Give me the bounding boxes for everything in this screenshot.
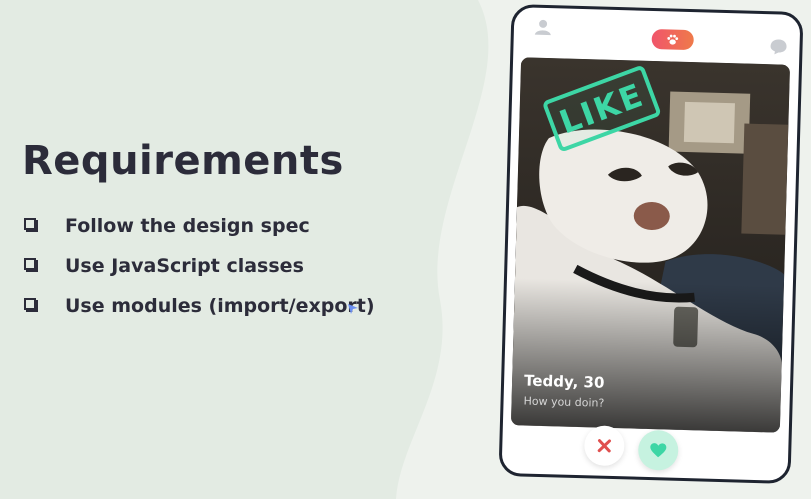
checkbox-icon [24, 218, 36, 230]
chat-bubble-icon[interactable] [769, 38, 787, 55]
requirement-text: Use modules (import/export) [65, 295, 375, 317]
requirement-text: Follow the design spec [65, 215, 310, 237]
paw-icon [667, 34, 679, 45]
slide-title: Requirements [22, 138, 344, 184]
requirement-text: Use JavaScript classes [65, 255, 304, 277]
heart-icon [650, 443, 667, 458]
profile-card[interactable]: LIKE Teddy, 30 How you doin? [510, 57, 791, 433]
profile-bio: How you doin? [523, 394, 605, 410]
requirement-item: Follow the design spec [24, 206, 375, 246]
requirement-item: Use JavaScript classes [24, 246, 375, 286]
checkbox-icon [24, 258, 36, 270]
checkbox-icon [24, 298, 36, 310]
close-icon [597, 439, 611, 453]
profile-name: Teddy, 30 [523, 371, 605, 392]
like-button[interactable] [637, 429, 679, 471]
requirement-item: Use modules (import/export) [24, 286, 375, 326]
nope-button[interactable] [583, 425, 625, 467]
mouse-cursor-icon [348, 304, 358, 314]
user-icon[interactable] [534, 18, 552, 36]
phone-mockup: LIKE Teddy, 30 How you doin? [498, 4, 804, 484]
app-logo[interactable] [651, 28, 694, 51]
requirements-list: Follow the design spec Use JavaScript cl… [24, 206, 375, 326]
